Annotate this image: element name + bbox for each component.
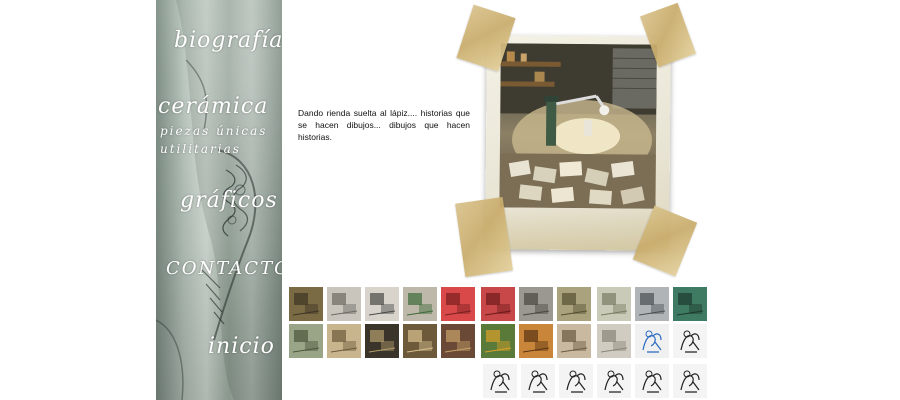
drawing-thumb	[673, 324, 707, 358]
gallery-thumbnail[interactable]	[597, 287, 631, 321]
tape-bottom-left	[455, 197, 513, 277]
nav-link-ceramica[interactable]: cerámica	[158, 94, 268, 119]
sidebar-nav: biografía cerámica piezas únicas utilita…	[156, 0, 282, 400]
photo-thumb	[403, 324, 437, 358]
photo-thumb	[519, 287, 553, 321]
photo-thumb	[441, 324, 475, 358]
drawing-thumb	[673, 364, 707, 398]
gallery-thumbnail[interactable]	[559, 364, 593, 398]
gallery-thumbnail[interactable]	[519, 287, 553, 321]
gallery-thumbnail[interactable]	[441, 287, 475, 321]
gallery-thumbnail[interactable]	[557, 324, 591, 358]
gallery-thumbnail[interactable]	[365, 324, 399, 358]
drawing-thumb	[635, 324, 669, 358]
photo-thumb	[557, 287, 591, 321]
gallery-thumbnail[interactable]	[403, 324, 437, 358]
gallery-thumbnail[interactable]	[521, 364, 555, 398]
photo-thumb	[327, 287, 361, 321]
drawing-thumb	[559, 364, 593, 398]
photo-thumb	[481, 324, 515, 358]
photo-thumb	[481, 287, 515, 321]
photo-thumb	[557, 324, 591, 358]
photo-thumb	[327, 324, 361, 358]
photo-thumb	[597, 287, 631, 321]
drawing-thumb	[597, 364, 631, 398]
photo-thumb	[673, 287, 707, 321]
gallery-thumbnail[interactable]	[481, 324, 515, 358]
gallery-thumbnail[interactable]	[481, 287, 515, 321]
photo-thumb	[365, 287, 399, 321]
gallery-thumbnail[interactable]	[673, 324, 707, 358]
drawing-thumb	[521, 364, 555, 398]
featured-polaroid	[485, 35, 671, 251]
photo-thumb	[635, 287, 669, 321]
gallery-thumbnail[interactable]	[327, 287, 361, 321]
nav-link-inicio[interactable]: inicio	[208, 334, 275, 359]
gallery-thumbnail[interactable]	[327, 324, 361, 358]
gallery-thumbnail[interactable]	[673, 287, 707, 321]
photo-thumb	[365, 324, 399, 358]
gallery-thumbnail[interactable]	[597, 364, 631, 398]
gallery-thumbnail[interactable]	[519, 324, 553, 358]
gallery-thumbnail[interactable]	[483, 364, 517, 398]
nav-link-piezas-unicas[interactable]: piezas únicas	[160, 124, 267, 138]
gallery-thumbnail[interactable]	[673, 364, 707, 398]
photo-thumb	[403, 287, 437, 321]
drawing-thumb	[483, 364, 517, 398]
gallery-thumbnail[interactable]	[441, 324, 475, 358]
gallery-thumbnail[interactable]	[289, 287, 323, 321]
nav-link-contacto[interactable]: CONTACTO	[166, 258, 282, 279]
nav-link-utilitarias[interactable]: utilitarias	[160, 142, 241, 156]
gallery-thumbnail[interactable]	[597, 324, 631, 358]
gallery-thumbnail[interactable]	[635, 324, 669, 358]
photo-thumb	[519, 324, 553, 358]
nav-link-graficos[interactable]: gráficos	[180, 188, 278, 213]
drawing-thumb	[635, 364, 669, 398]
gallery-thumbnail[interactable]	[365, 287, 399, 321]
gallery-thumbnail[interactable]	[289, 324, 323, 358]
photo-thumb	[289, 287, 323, 321]
gallery-thumbnail[interactable]	[635, 364, 669, 398]
gallery-thumbnail[interactable]	[403, 287, 437, 321]
intro-text: Dando rienda suelta al lápiz.... histori…	[298, 107, 470, 142]
gallery-thumbnail[interactable]	[635, 287, 669, 321]
photo-thumb	[289, 324, 323, 358]
nav-link-biografia[interactable]: biografía	[174, 28, 282, 53]
desk-scene-image	[499, 43, 657, 209]
gallery-thumbnail[interactable]	[557, 287, 591, 321]
photo-thumb	[441, 287, 475, 321]
photo-thumb	[597, 324, 631, 358]
featured-photo	[499, 43, 657, 209]
